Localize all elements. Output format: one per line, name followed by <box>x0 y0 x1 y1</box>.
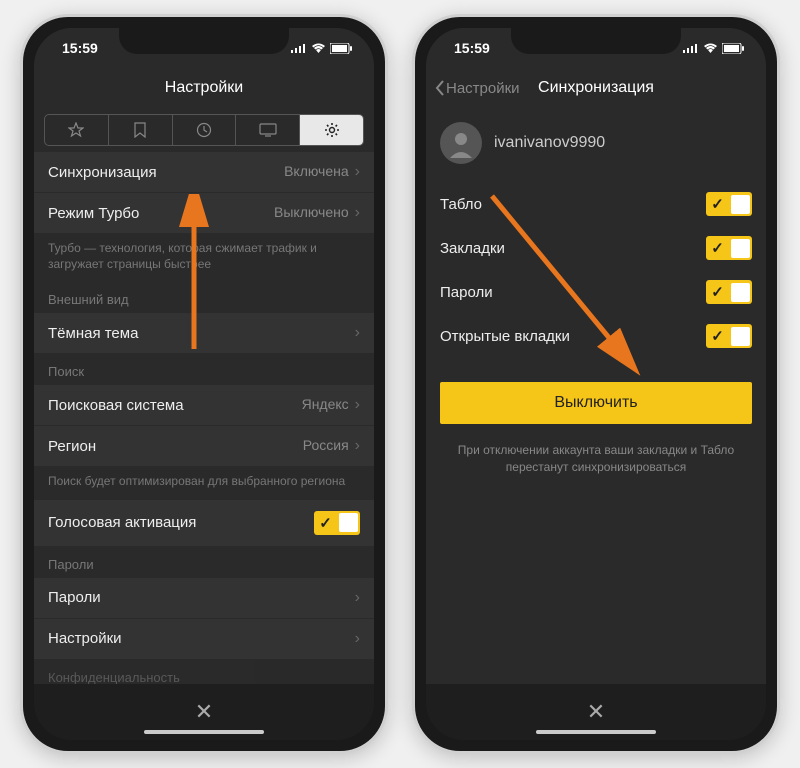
row-value: Включена <box>284 163 349 179</box>
row-search-engine[interactable]: Поисковая система Яндекс › <box>34 385 374 426</box>
section-appearance: Внешний вид <box>34 282 374 313</box>
check-icon: ✓ <box>706 327 729 345</box>
signal-icon <box>291 43 307 53</box>
sync-content: ivanivanov9990 Табло ✓ Закладки ✓ Пароли… <box>426 108 766 684</box>
row-value: Выключено <box>274 204 349 220</box>
row-voice-activation[interactable]: Голосовая активация ✓ <box>34 500 374 547</box>
chevron-right-icon: › <box>355 630 360 648</box>
clock-icon <box>196 122 212 138</box>
monitor-icon <box>259 123 277 137</box>
back-button[interactable]: Настройки <box>434 79 520 97</box>
chevron-left-icon <box>434 79 446 97</box>
page-title: Синхронизация <box>538 79 654 97</box>
chevron-right-icon: › <box>355 324 360 342</box>
section-passwords: Пароли <box>34 547 374 578</box>
bottom-bar: ✕ <box>34 684 374 740</box>
tab-bookmarks[interactable] <box>109 115 173 145</box>
turbo-description: Турбо — технология, которая сжимает траф… <box>34 234 374 282</box>
battery-icon <box>330 43 352 54</box>
close-icon[interactable]: ✕ <box>587 699 605 725</box>
row-sync[interactable]: Синхронизация Включена › <box>34 152 374 193</box>
avatar <box>440 122 482 164</box>
status-time: 15:59 <box>62 40 98 56</box>
disconnect-note: При отключении аккаунта ваши закладки и … <box>426 424 766 494</box>
row-label: Настройки <box>48 630 122 647</box>
nav-header-right: Настройки Синхронизация <box>426 68 766 108</box>
tab-devices[interactable] <box>236 115 300 145</box>
bottom-bar: ✕ <box>426 684 766 740</box>
status-indicators <box>291 43 352 54</box>
nav-header-left: Настройки <box>34 68 374 108</box>
sync-label: Табло <box>440 196 482 213</box>
chevron-right-icon: › <box>355 163 360 180</box>
row-label: Режим Турбо <box>48 205 139 222</box>
sync-row-passwords: Пароли ✓ <box>426 270 766 314</box>
sync-label: Закладки <box>440 240 505 257</box>
voice-toggle[interactable]: ✓ <box>314 511 360 535</box>
section-privacy: Конфиденциальность <box>34 660 374 684</box>
row-label: Тёмная тема <box>48 325 138 342</box>
row-dark-theme[interactable]: Тёмная тема › <box>34 313 374 354</box>
notch <box>511 28 681 54</box>
tab-favorites[interactable] <box>45 115 109 145</box>
tabs-toggle[interactable]: ✓ <box>706 324 752 348</box>
person-icon <box>446 128 476 158</box>
row-label: Пароли <box>48 589 101 606</box>
row-label: Голосовая активация <box>48 514 196 531</box>
row-label: Поисковая система <box>48 397 184 414</box>
screen-left: 15:59 Настройки Синхронизация Включена › … <box>34 28 374 740</box>
close-icon[interactable]: ✕ <box>195 699 213 725</box>
phone-left: 15:59 Настройки Синхронизация Включена › … <box>20 14 388 754</box>
home-indicator <box>536 730 656 734</box>
chevron-right-icon: › <box>355 204 360 221</box>
notch <box>119 28 289 54</box>
phone-right: 15:59 Настройки Синхронизация ivanivanov… <box>412 14 780 754</box>
chevron-right-icon: › <box>355 589 360 607</box>
sync-row-tablo: Табло ✓ <box>426 182 766 226</box>
account-row[interactable]: ivanivanov9990 <box>426 108 766 182</box>
bookmarks-toggle[interactable]: ✓ <box>706 236 752 260</box>
wifi-icon <box>703 43 718 54</box>
bookmark-icon <box>133 122 147 138</box>
sync-label: Пароли <box>440 284 493 301</box>
disconnect-button[interactable]: Выключить <box>440 382 752 424</box>
tab-strip <box>44 114 364 146</box>
wifi-icon <box>311 43 326 54</box>
settings-content[interactable]: Синхронизация Включена › Режим Турбо Выкл… <box>34 152 374 684</box>
chevron-right-icon: › <box>355 396 360 413</box>
check-icon: ✓ <box>706 239 729 257</box>
status-indicators <box>683 43 744 54</box>
check-icon: ✓ <box>314 514 337 532</box>
sync-row-bookmarks: Закладки ✓ <box>426 226 766 270</box>
page-title: Настройки <box>165 79 243 97</box>
check-icon: ✓ <box>706 283 729 301</box>
home-indicator <box>144 730 264 734</box>
status-time: 15:59 <box>454 40 490 56</box>
row-value: Россия <box>303 437 349 453</box>
back-label: Настройки <box>446 80 520 97</box>
row-region[interactable]: Регион Россия › <box>34 426 374 467</box>
screen-right: 15:59 Настройки Синхронизация ivanivanov… <box>426 28 766 740</box>
star-icon <box>68 122 84 138</box>
row-settings[interactable]: Настройки › <box>34 619 374 660</box>
chevron-right-icon: › <box>355 437 360 454</box>
passwords-toggle[interactable]: ✓ <box>706 280 752 304</box>
row-passwords[interactable]: Пароли › <box>34 578 374 619</box>
tab-history[interactable] <box>173 115 237 145</box>
tab-settings[interactable] <box>300 115 363 145</box>
battery-icon <box>722 43 744 54</box>
row-turbo[interactable]: Режим Турбо Выключено › <box>34 193 374 234</box>
sync-label: Открытые вкладки <box>440 328 570 345</box>
check-icon: ✓ <box>706 195 729 213</box>
row-label: Регион <box>48 438 96 455</box>
section-search: Поиск <box>34 354 374 385</box>
gear-icon <box>324 122 340 138</box>
sync-row-tabs: Открытые вкладки ✓ <box>426 314 766 358</box>
signal-icon <box>683 43 699 53</box>
username: ivanivanov9990 <box>494 134 605 152</box>
region-description: Поиск будет оптимизирован для выбранного… <box>34 467 374 499</box>
row-value: Яндекс <box>302 396 349 412</box>
tablo-toggle[interactable]: ✓ <box>706 192 752 216</box>
row-label: Синхронизация <box>48 164 157 181</box>
